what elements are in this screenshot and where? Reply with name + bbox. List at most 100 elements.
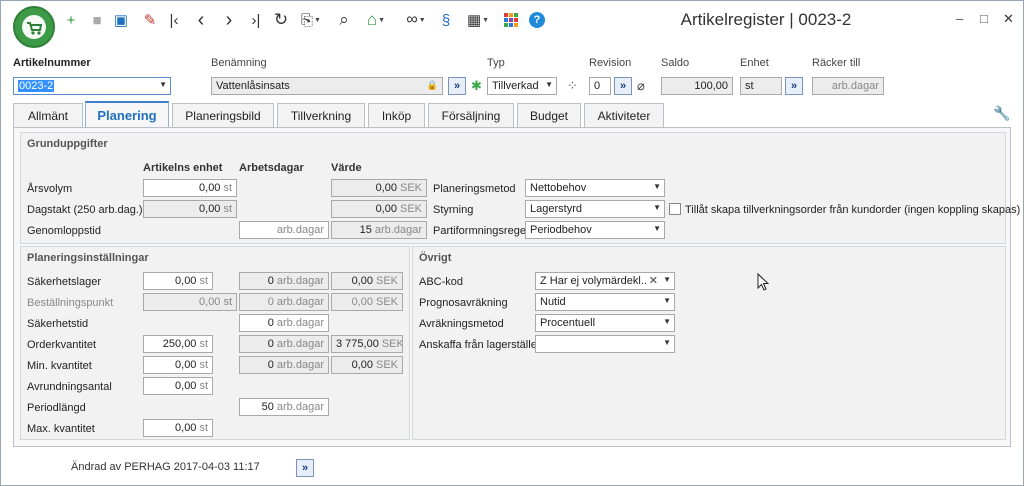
fingerprint-icon[interactable]: §: [437, 10, 455, 30]
tab-budget[interactable]: Budget: [517, 103, 581, 127]
avrakningsmetod-select[interactable]: Procentuell ▼: [535, 314, 675, 332]
home-menu-icon[interactable]: ⌂ ▼: [361, 10, 391, 30]
sakerhetstid-input[interactable]: 0 arb.dagar: [239, 314, 329, 332]
chevron-down-icon: ▼: [663, 338, 671, 347]
saldo-field: 100,00: [661, 77, 733, 95]
link-menu-icon[interactable]: ∞ ▼: [401, 10, 431, 30]
search-icon[interactable]: ⌕: [335, 10, 353, 30]
previous-record-icon[interactable]: ‹: [193, 9, 209, 31]
maximize-icon[interactable]: □: [980, 11, 988, 26]
apps-grid-icon[interactable]: [503, 10, 519, 30]
attachment-icon[interactable]: ⌀: [637, 78, 645, 94]
chevron-down-icon: ▼: [663, 296, 671, 305]
styrning-label: Styrning: [433, 204, 474, 216]
chevron-down-icon: ▼: [482, 16, 490, 24]
unit-st: st: [199, 275, 208, 287]
new-record-icon[interactable]: +: [63, 10, 79, 30]
minimize-icon[interactable]: –: [956, 11, 963, 26]
bestallningspunkt-value: 0,00: [199, 296, 221, 308]
chevron-down-icon: ▼: [545, 80, 553, 89]
delete-icon[interactable]: ✎: [141, 10, 159, 30]
dagstakt-label: Dagstakt (250 arb.dag.): [27, 204, 143, 216]
app-logo[interactable]: [13, 6, 55, 48]
unit-sek: SEK: [375, 359, 398, 371]
ovrigt-title: Övrigt: [419, 252, 452, 264]
partiformningsregel-select[interactable]: Periodbehov ▼: [525, 221, 665, 239]
planeringsmetod-select[interactable]: Nettobehov ▼: [525, 179, 665, 197]
bestallningspunkt-varde-value: 0,00: [351, 296, 373, 308]
save-icon[interactable]: ■: [89, 10, 105, 30]
orderkvantitet-input[interactable]: 250,00 st: [143, 335, 213, 353]
tab-aktiviteter[interactable]: Aktiviteter: [584, 103, 664, 127]
prognosavrakning-value: Nutid: [540, 296, 566, 308]
dagstakt-varde: 0,00 SEK: [331, 200, 427, 218]
genomloppstid-varde-value: 15: [359, 224, 372, 236]
tab-allmant[interactable]: Allmänt: [13, 103, 83, 127]
sakerhetslager-dagar: 0 arb.dagar: [239, 272, 329, 290]
revision-field[interactable]: 0: [589, 77, 611, 95]
typ-select[interactable]: Tillverkad ▼: [487, 77, 557, 95]
close-icon[interactable]: ✕: [1003, 11, 1014, 27]
enhet-goto-button[interactable]: »: [785, 77, 803, 95]
tab-tillverkning[interactable]: Tillverkning: [277, 103, 365, 127]
changed-by-goto-button[interactable]: »: [296, 459, 314, 477]
max-kvantitet-value: 0,00: [175, 422, 197, 434]
chevron-down-icon: ▼: [314, 16, 321, 24]
tab-forsaljning[interactable]: Försäljning: [428, 103, 514, 127]
layout-menu-icon[interactable]: ▦ ▼: [463, 10, 493, 30]
variants-icon[interactable]: ⁘: [567, 78, 578, 94]
wrench-icon[interactable]: 🔧: [993, 105, 1010, 122]
revision-goto-button[interactable]: »: [614, 77, 632, 95]
unit-sek: SEK: [399, 203, 422, 215]
periodlangd-input[interactable]: 50 arb.dagar: [239, 398, 329, 416]
min-kvantitet-input[interactable]: 0,00 st: [143, 356, 213, 374]
min-kvantitet-dagar: 0 arb.dagar: [239, 356, 329, 374]
refresh-icon[interactable]: ↻: [273, 10, 289, 30]
last-record-icon[interactable]: ›|: [247, 10, 265, 30]
revision-label: Revision: [589, 57, 632, 69]
unit-arb-dagar: arb.dagar: [276, 224, 324, 236]
saldo-label: Saldo: [661, 57, 690, 69]
artikelnummer-combo[interactable]: 0023-2 ▼: [13, 77, 171, 95]
unit-st: st: [223, 296, 232, 308]
bestallningspunkt-field: 0,00 st: [143, 293, 237, 311]
unit-st: st: [199, 338, 208, 350]
abc-kod-value: Z Har ej volymärdekl...: [540, 275, 651, 287]
cart-icon: [22, 15, 46, 39]
benamning-goto-button[interactable]: »: [448, 77, 466, 95]
chevron-down-icon: ▼: [418, 16, 426, 24]
first-record-icon[interactable]: |‹: [165, 10, 183, 30]
chevron-down-icon: ▼: [653, 224, 661, 233]
unit-st: st: [223, 203, 232, 215]
styrning-select[interactable]: Lagerstyrd ▼: [525, 200, 665, 218]
genomloppstid-input[interactable]: arb.dagar: [239, 221, 329, 239]
double-chevron-right-icon: »: [790, 80, 798, 92]
tillat-skapa-checkbox[interactable]: [669, 203, 681, 215]
sakerhetslager-input[interactable]: 0,00 st: [143, 272, 213, 290]
enhet-label: Enhet: [740, 57, 769, 69]
help-icon[interactable]: ?: [529, 12, 545, 28]
benamning-field[interactable]: Vattenlåsinsats 🔒: [211, 77, 443, 95]
tab-planering[interactable]: Planering: [85, 101, 169, 128]
max-kvantitet-input[interactable]: 0,00 st: [143, 419, 213, 437]
anskaffa-select[interactable]: ▼: [535, 335, 675, 353]
col-artikelns-enhet: Artikelns enhet: [143, 162, 223, 174]
clipboard-icon: ⎘: [301, 11, 314, 29]
dagstakt-field: 0,00 st: [143, 200, 237, 218]
dagstakt-varde-value: 0,00: [375, 203, 397, 215]
avrundningsantal-input[interactable]: 0,00 st: [143, 377, 213, 395]
arsvolym-input[interactable]: 0,00 st: [143, 179, 237, 197]
bestallningspunkt-dagar: 0 arb.dagar: [239, 293, 329, 311]
typ-label: Typ: [487, 57, 505, 69]
prognosavrakning-select[interactable]: Nutid ▼: [535, 293, 675, 311]
tab-inkop[interactable]: Inköp: [368, 103, 425, 127]
tab-planeringsbild[interactable]: Planeringsbild: [172, 103, 274, 127]
clear-icon[interactable]: ✕: [646, 274, 658, 287]
genomloppstid-varde: 15 arb.dagar: [331, 221, 427, 239]
save-as-icon[interactable]: ▣: [113, 10, 129, 30]
next-record-icon[interactable]: ›: [221, 9, 237, 31]
sakerhetstid-value: 0: [267, 317, 274, 329]
artikelnummer-value: 0023-2: [18, 80, 55, 92]
abc-kod-select[interactable]: Z Har ej volymärdekl... ✕ ▼: [535, 272, 675, 290]
clipboard-menu-icon[interactable]: ⎘ ▼: [297, 10, 325, 30]
